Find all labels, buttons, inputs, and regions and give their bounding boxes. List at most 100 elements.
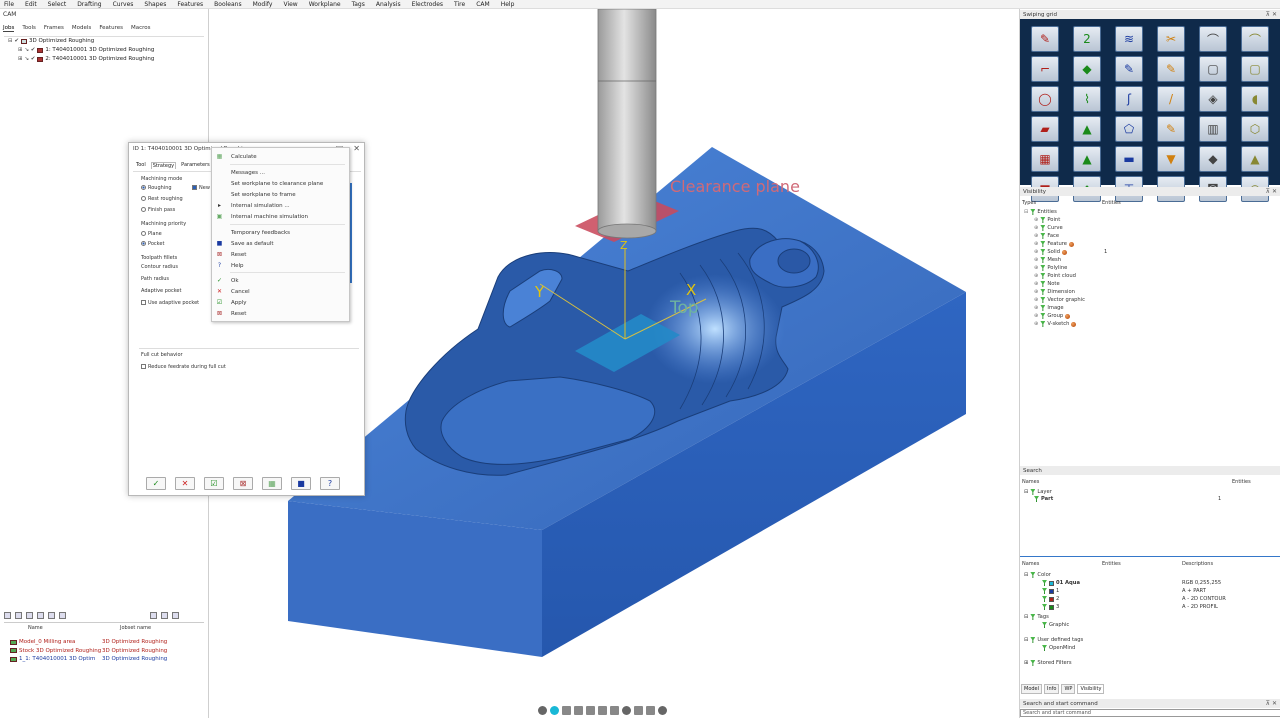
menu-curves[interactable]: Curves [113, 1, 134, 8]
color-row[interactable]: 2A - 2D CONTOUR [1042, 596, 1226, 602]
command-tile-icon[interactable]: ▲ [1073, 116, 1101, 142]
tab-macros[interactable]: Macros [131, 25, 151, 32]
visibility-item-polyline[interactable]: ⊕ Polyline [1034, 265, 1067, 271]
tab-strategy[interactable]: Strategy [150, 162, 177, 169]
command-tile-icon[interactable]: ⌐ [1031, 56, 1059, 82]
command-tile-icon[interactable]: ▢ [1241, 56, 1269, 82]
rotate-icon[interactable] [550, 706, 559, 715]
command-tile-icon[interactable]: ⌒ [1241, 26, 1269, 52]
tab-jobs[interactable]: Jobs [3, 25, 15, 32]
plane-radio[interactable]: Plane [141, 231, 162, 237]
command-tile-icon[interactable]: ◯ [1031, 86, 1059, 112]
menu-tags[interactable]: Tags [352, 1, 365, 8]
command-tile-icon[interactable]: / [1157, 86, 1185, 112]
tool-icon[interactable] [4, 611, 11, 619]
ok-button[interactable]: ✓ [146, 477, 166, 490]
reduce-feedrate-checkbox[interactable]: Reduce feedrate during full cut [141, 364, 226, 370]
roughing-radio[interactable]: Roughing [141, 185, 172, 191]
view-icon[interactable] [598, 706, 607, 715]
apply-button[interactable]: ☑ [204, 477, 224, 490]
cancel-button[interactable]: ✕ [175, 477, 195, 490]
reset-button[interactable]: ⊠ [233, 477, 253, 490]
command-tile-icon[interactable]: ▼ [1157, 146, 1185, 172]
visibility-item-dimension[interactable]: ⊕ Dimension [1034, 289, 1075, 295]
tool-icon[interactable] [59, 611, 66, 619]
command-tile-icon[interactable]: ▬ [1115, 146, 1143, 172]
visibility-item-entities[interactable]: ⊟ Entities [1024, 209, 1057, 215]
menu-item-cancel[interactable]: ✕ Cancel [216, 288, 250, 295]
openmind-node[interactable]: OpenMind [1042, 645, 1075, 651]
command-tile-icon[interactable]: ≋ [1115, 26, 1143, 52]
visibility-item-mesh[interactable]: ⊕ Mesh [1034, 257, 1061, 263]
menu-electrodes[interactable]: Electrodes [412, 1, 443, 8]
menu-select[interactable]: Select [48, 1, 67, 8]
tree-item-jobset[interactable]: ⊟ ✔ 3D Optimized Roughing [8, 38, 94, 44]
new-checkbox[interactable]: New [192, 185, 210, 191]
command-tile-icon[interactable]: ◆ [1199, 146, 1227, 172]
view-icon[interactable] [658, 706, 667, 715]
view-icon[interactable] [574, 706, 583, 715]
layer-node[interactable]: ⊟ Layer [1024, 489, 1052, 495]
menu-item-internal-simulation[interactable]: ▸ Internal simulation ... [216, 202, 290, 209]
menu-shapes[interactable]: Shapes [144, 1, 166, 8]
menu-item-reset[interactable]: ⊠ Reset [216, 251, 246, 258]
view-icon[interactable] [586, 706, 595, 715]
tool-icon[interactable] [26, 611, 33, 619]
menu-item-set-workplane-to-frame[interactable]: Set workplane to frame [216, 191, 296, 198]
command-tile-icon[interactable]: ▰ [1031, 116, 1059, 142]
view-icon[interactable] [646, 706, 655, 715]
menu-item-apply[interactable]: ☑ Apply [216, 299, 247, 306]
menu-tire[interactable]: Tire [454, 1, 465, 8]
color-row[interactable]: 1A + PART [1042, 588, 1206, 594]
command-tile-icon[interactable]: ▢ [1199, 56, 1227, 82]
visibility-item-note[interactable]: ⊕ Note [1034, 281, 1060, 287]
menu-item-messages[interactable]: Messages ... [216, 169, 265, 176]
pocket-radio[interactable]: Pocket [141, 241, 164, 247]
command-tile-icon[interactable]: ✎ [1115, 56, 1143, 82]
visibility-item-group[interactable]: ⊕ Group [1034, 313, 1071, 319]
help-button[interactable]: ? [320, 477, 340, 490]
command-tile-icon[interactable]: ⬡ [1241, 116, 1269, 142]
user-tags-node[interactable]: ⊟ User defined tags [1024, 637, 1083, 643]
visibility-item-vector-graphic[interactable]: ⊕ Vector graphic [1034, 297, 1085, 303]
menu-edit[interactable]: Edit [25, 1, 37, 8]
view-icon[interactable] [610, 706, 619, 715]
tags-node[interactable]: ⊟ Tags [1024, 614, 1049, 620]
tool-icon[interactable] [172, 611, 179, 619]
command-tile-icon[interactable]: ʃ [1115, 86, 1143, 112]
tool-icon[interactable] [15, 611, 22, 619]
tab-visibility[interactable]: Visibility [1077, 684, 1105, 694]
menu-help[interactable]: Help [501, 1, 515, 8]
command-tile-icon[interactable]: ⌒ [1199, 26, 1227, 52]
view-icon[interactable] [562, 706, 571, 715]
command-tile-icon[interactable]: ✎ [1157, 56, 1185, 82]
tab-info[interactable]: Info [1044, 684, 1060, 694]
menu-item-help[interactable]: ? Help [216, 262, 244, 269]
view-icon[interactable] [538, 706, 547, 715]
tab-model[interactable]: Model [1021, 684, 1043, 694]
command-tile-icon[interactable]: ▲ [1073, 146, 1101, 172]
tool-icon[interactable] [150, 611, 157, 619]
menu-drafting[interactable]: Drafting [77, 1, 101, 8]
finish-pass-radio[interactable]: Finish pass [141, 207, 175, 213]
command-tile-icon[interactable]: ▥ [1199, 116, 1227, 142]
menu-cam[interactable]: CAM [476, 1, 489, 8]
visibility-item-solid[interactable]: ⊕ Solid 1 [1034, 249, 1107, 255]
view-icon[interactable] [634, 706, 643, 715]
table-row[interactable]: 1_1: T404010001 3D Optim 3D Optimized Rou… [10, 656, 202, 662]
menu-booleans[interactable]: Booleans [214, 1, 241, 8]
tree-item-job-2[interactable]: ⊞ ↘ ✔ 2: T404010001 3D Optimized Roughin… [18, 56, 154, 62]
command-tile-icon[interactable]: ▲ [1241, 146, 1269, 172]
menu-item-internal-machine-simulation[interactable]: ▣ Internal machine simulation [216, 213, 308, 220]
menu-file[interactable]: File [4, 1, 14, 8]
tab-features[interactable]: Features [99, 25, 123, 32]
command-tile-icon[interactable]: ◆ [1073, 56, 1101, 82]
menu-item-reset[interactable]: ⊠ Reset [216, 310, 246, 317]
tab-models[interactable]: Models [72, 25, 91, 32]
command-tile-icon[interactable]: 2 [1073, 26, 1101, 52]
visibility-item-v-sketch[interactable]: ⊕ V-sketch [1034, 321, 1077, 327]
view-icon[interactable] [622, 706, 631, 715]
visibility-item-point-cloud[interactable]: ⊕ Point cloud [1034, 273, 1076, 279]
graphic-node[interactable]: Graphic [1042, 622, 1069, 628]
visibility-item-curve[interactable]: ⊕ Curve [1034, 225, 1063, 231]
